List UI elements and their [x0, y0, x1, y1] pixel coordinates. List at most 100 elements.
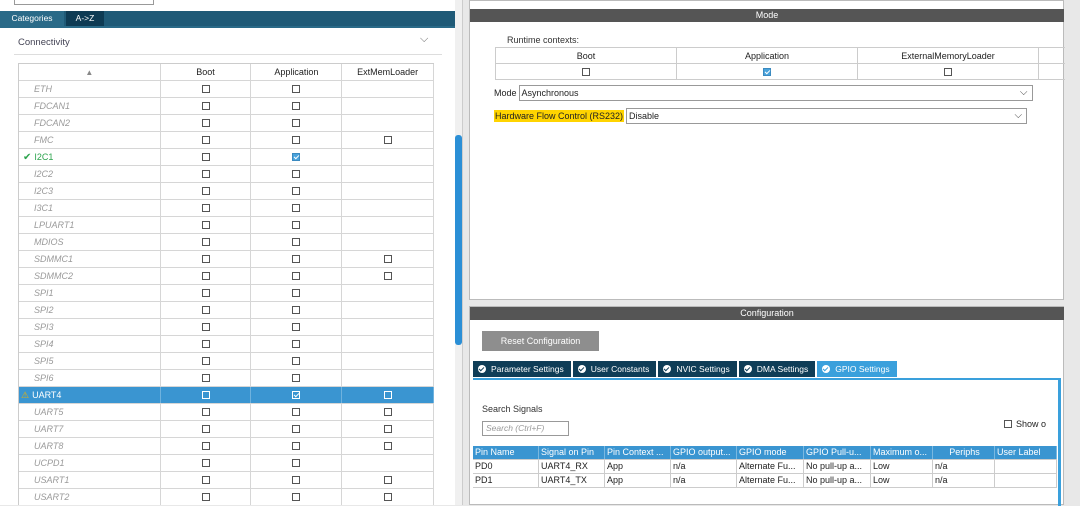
peripheral-row-uart4[interactable]: ⚠ UART4	[19, 387, 434, 404]
app-checkbox[interactable]	[292, 357, 301, 365]
pin-table-row[interactable]: PD0 UART4_RX App n/a Alternate Fu... No pull-…	[473, 460, 1057, 474]
boot-checkbox[interactable]	[201, 493, 210, 501]
peripheral-row-lpuart1[interactable]: LPUART1	[19, 217, 434, 234]
pin-table-column-header[interactable]: User Label	[995, 446, 1057, 459]
app-checkbox[interactable]	[292, 493, 301, 501]
boot-checkbox[interactable]	[201, 238, 210, 246]
boot-checkbox[interactable]	[201, 442, 210, 450]
peripheral-row-fdcan2[interactable]: FDCAN2	[19, 115, 434, 132]
tab-a-z[interactable]: A->Z	[66, 11, 104, 26]
ext-checkbox[interactable]	[383, 272, 392, 280]
app-checkbox[interactable]	[292, 459, 301, 467]
ext-checkbox[interactable]	[383, 391, 392, 399]
mode-select[interactable]: Asynchronous ⌵	[518, 85, 1033, 101]
ext-checkbox[interactable]	[383, 442, 392, 450]
right-scrollbar-track[interactable]	[1065, 0, 1080, 505]
peripheral-row-eth[interactable]: ETH	[19, 81, 434, 98]
tab-parameter-settings[interactable]: Parameter Settings	[473, 361, 571, 377]
peripheral-row-mdios[interactable]: MDIOS	[19, 234, 434, 251]
app-checkbox[interactable]	[292, 221, 301, 229]
peripheral-row-ucpd1[interactable]: UCPD1	[19, 455, 434, 472]
app-checkbox[interactable]	[292, 442, 301, 450]
app-checkbox[interactable]	[292, 255, 301, 263]
pin-table-column-header[interactable]: Maximum o...	[871, 446, 933, 459]
app-checkbox[interactable]	[292, 323, 301, 331]
peripheral-row-sdmmc1[interactable]: SDMMC1	[19, 251, 434, 268]
search-signals-input[interactable]: Search (Ctrl+F)	[482, 421, 569, 436]
peripheral-row-i2c2[interactable]: I2C2	[19, 166, 434, 183]
peripheral-row-spi4[interactable]: SPI4	[19, 336, 434, 353]
tab-dma-settings[interactable]: DMA Settings	[738, 361, 816, 377]
boot-checkbox[interactable]	[201, 136, 210, 144]
ext-checkbox[interactable]	[383, 493, 392, 501]
chevron-down-icon[interactable]: ⌵	[420, 33, 428, 46]
app-checkbox[interactable]	[292, 238, 301, 246]
pin-table-column-header[interactable]: Pin Context ...	[605, 446, 671, 459]
peripheral-row-uart8[interactable]: UART8	[19, 438, 434, 455]
peripheral-row-usart1[interactable]: USART1	[19, 472, 434, 489]
boot-checkbox[interactable]	[201, 170, 210, 178]
tab-gpio-settings[interactable]: GPIO Settings	[817, 361, 897, 377]
peripheral-search-input[interactable]	[14, 0, 154, 5]
app-checkbox[interactable]	[292, 306, 301, 314]
boot-checkbox[interactable]	[201, 323, 210, 331]
pin-table-column-header[interactable]: Signal on Pin	[539, 446, 605, 459]
runtime-extmemloader-checkbox[interactable]	[944, 67, 952, 76]
peripheral-row-fmc[interactable]: FMC	[19, 132, 434, 149]
app-checkbox[interactable]	[292, 272, 301, 280]
app-checkbox[interactable]	[292, 153, 301, 161]
left-scrollbar-thumb[interactable]	[455, 135, 462, 345]
show-only-option[interactable]: Show o	[1004, 419, 1046, 429]
boot-checkbox[interactable]	[201, 340, 210, 348]
boot-checkbox[interactable]	[201, 85, 210, 93]
ext-checkbox[interactable]	[383, 255, 392, 263]
peripheral-row-spi2[interactable]: SPI2	[19, 302, 434, 319]
boot-checkbox[interactable]	[201, 357, 210, 365]
peripheral-row-i2c3[interactable]: I2C3	[19, 183, 434, 200]
pin-table-row[interactable]: PD1 UART4_TX App n/a Alternate Fu... No pull-…	[473, 474, 1057, 488]
peripheral-row-usart2[interactable]: USART2	[19, 489, 434, 505]
runtime-boot-checkbox[interactable]	[582, 67, 590, 76]
boot-checkbox[interactable]	[201, 221, 210, 229]
hwfc-select[interactable]: Disable ⌵	[626, 108, 1028, 124]
boot-checkbox[interactable]	[201, 374, 210, 382]
boot-checkbox[interactable]	[201, 153, 210, 161]
boot-checkbox[interactable]	[201, 255, 210, 263]
app-checkbox[interactable]	[292, 170, 301, 178]
boot-checkbox[interactable]	[201, 272, 210, 280]
app-checkbox[interactable]	[292, 204, 301, 212]
boot-checkbox[interactable]	[201, 391, 210, 399]
boot-checkbox[interactable]	[201, 119, 210, 127]
app-checkbox[interactable]	[292, 136, 301, 144]
boot-checkbox[interactable]	[201, 425, 210, 433]
peripheral-row-uart5[interactable]: UART5	[19, 404, 434, 421]
tab-nvic-settings[interactable]: NVIC Settings	[658, 361, 737, 377]
peripheral-row-spi5[interactable]: SPI5	[19, 353, 434, 370]
app-checkbox[interactable]	[292, 102, 301, 110]
sort-column-header[interactable]: ▲	[19, 64, 161, 80]
boot-checkbox[interactable]	[201, 204, 210, 212]
pin-table-column-header[interactable]: GPIO mode	[737, 446, 804, 459]
peripheral-row-fdcan1[interactable]: FDCAN1	[19, 98, 434, 115]
pin-table-column-header[interactable]: GPIO Pull-u...	[804, 446, 871, 459]
boot-checkbox[interactable]	[201, 289, 210, 297]
app-checkbox[interactable]	[292, 374, 301, 382]
reset-configuration-button[interactable]: Reset Configuration	[482, 331, 599, 351]
tab-user-constants[interactable]: User Constants	[572, 361, 657, 377]
app-checkbox[interactable]	[292, 425, 301, 433]
boot-checkbox[interactable]	[201, 459, 210, 467]
app-checkbox[interactable]	[292, 119, 301, 127]
peripheral-row-spi6[interactable]: SPI6	[19, 370, 434, 387]
boot-checkbox[interactable]	[201, 306, 210, 314]
ext-checkbox[interactable]	[383, 425, 392, 433]
ext-checkbox[interactable]	[383, 408, 392, 416]
boot-checkbox[interactable]	[201, 187, 210, 195]
pin-table-column-header[interactable]: Pin Name	[473, 446, 539, 459]
ext-checkbox[interactable]	[383, 476, 392, 484]
boot-checkbox[interactable]	[201, 408, 210, 416]
peripheral-row-i2c1[interactable]: ✔ I2C1	[19, 149, 435, 166]
peripheral-row-sdmmc2[interactable]: SDMMC2	[19, 268, 434, 285]
peripheral-row-spi1[interactable]: SPI1	[19, 285, 434, 302]
ext-checkbox[interactable]	[383, 136, 392, 144]
app-checkbox[interactable]	[292, 476, 301, 484]
